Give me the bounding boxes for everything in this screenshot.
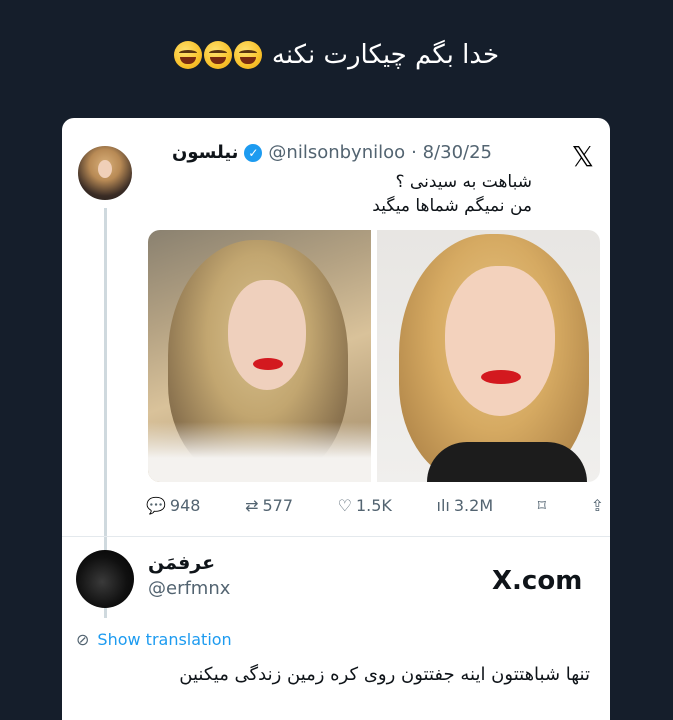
x-logo-icon: 𝕏 (571, 140, 594, 173)
rolling-laughing-emoji-icon (233, 41, 262, 69)
reply-author-name[interactable]: عرفمَن (148, 552, 230, 574)
show-translation[interactable]: ⊘ Show translation (76, 630, 232, 649)
heart-icon: ♡ (337, 496, 352, 515)
reply-count: 948 (169, 496, 201, 515)
repost-icon: ⇄ (245, 496, 259, 515)
tweet-line-1: شباهت به سیدنی ؟ (395, 172, 533, 192)
photo-right[interactable] (377, 230, 600, 482)
views-button[interactable]: ılı 3.2M (437, 496, 494, 515)
reply-author: عرفمَن @erfmnx (148, 552, 230, 599)
rolling-laughing-emoji-icon (173, 41, 202, 69)
repost-count: 577 (262, 496, 294, 515)
verified-badge-icon: ✓ (244, 143, 263, 162)
reply-author-handle[interactable]: @erfmnx (148, 578, 230, 599)
reply-icon: 💬 (146, 496, 166, 515)
reply-author-avatar[interactable] (76, 550, 134, 608)
photo-left[interactable] (148, 230, 371, 482)
divider (62, 536, 610, 537)
show-translation-label[interactable]: Show translation (97, 630, 231, 649)
source-label: X.com (492, 566, 583, 596)
repost-button[interactable]: ⇄ 577 (245, 496, 293, 515)
tweet-media (148, 230, 600, 482)
reply-text: تنها شباهتتون اینه جفتتون روی کره زمین ز… (179, 664, 590, 685)
caption: خدا بگم چیکارت نکنه (0, 40, 673, 70)
bookmark-icon: ⌑ (537, 496, 546, 515)
rolling-laughing-emoji-icon (203, 41, 232, 69)
caption-text: خدا بگم چیکارت نکنه (271, 40, 500, 70)
emoji-row (173, 41, 262, 69)
views-icon: ılı (436, 496, 450, 515)
views-count: 3.2M (453, 496, 494, 515)
tweet-header: نیلسون ✓ @nilsonbyniloo · 8/30/25 (172, 142, 492, 163)
share-button[interactable]: ⇪ (591, 496, 604, 515)
author-name[interactable]: نیلسون (172, 142, 238, 163)
share-icon: ⇪ (590, 496, 604, 515)
tweet-line-2: من نمیگم شماها میگید (372, 196, 532, 216)
tweet-date[interactable]: · 8/30/25 (411, 142, 492, 163)
tweet-actions: 💬 948 ⇄ 577 ♡ 1.5K ılı 3.2M ⌑ ⇪ (146, 496, 604, 515)
like-button[interactable]: ♡ 1.5K (338, 496, 392, 515)
author-avatar[interactable] (76, 144, 134, 202)
tweet-card: نیلسون ✓ @nilsonbyniloo · 8/30/25 𝕏 شباه… (62, 118, 610, 720)
like-count: 1.5K (355, 496, 392, 515)
reply-button[interactable]: 💬 948 (146, 496, 200, 515)
translate-icon: ⊘ (76, 630, 90, 649)
tweet-text: شباهت به سیدنی ؟ من نمیگم شماها میگید (372, 170, 532, 218)
author-handle[interactable]: @nilsonbyniloo (268, 142, 405, 163)
bookmark-button[interactable]: ⌑ (538, 496, 546, 515)
